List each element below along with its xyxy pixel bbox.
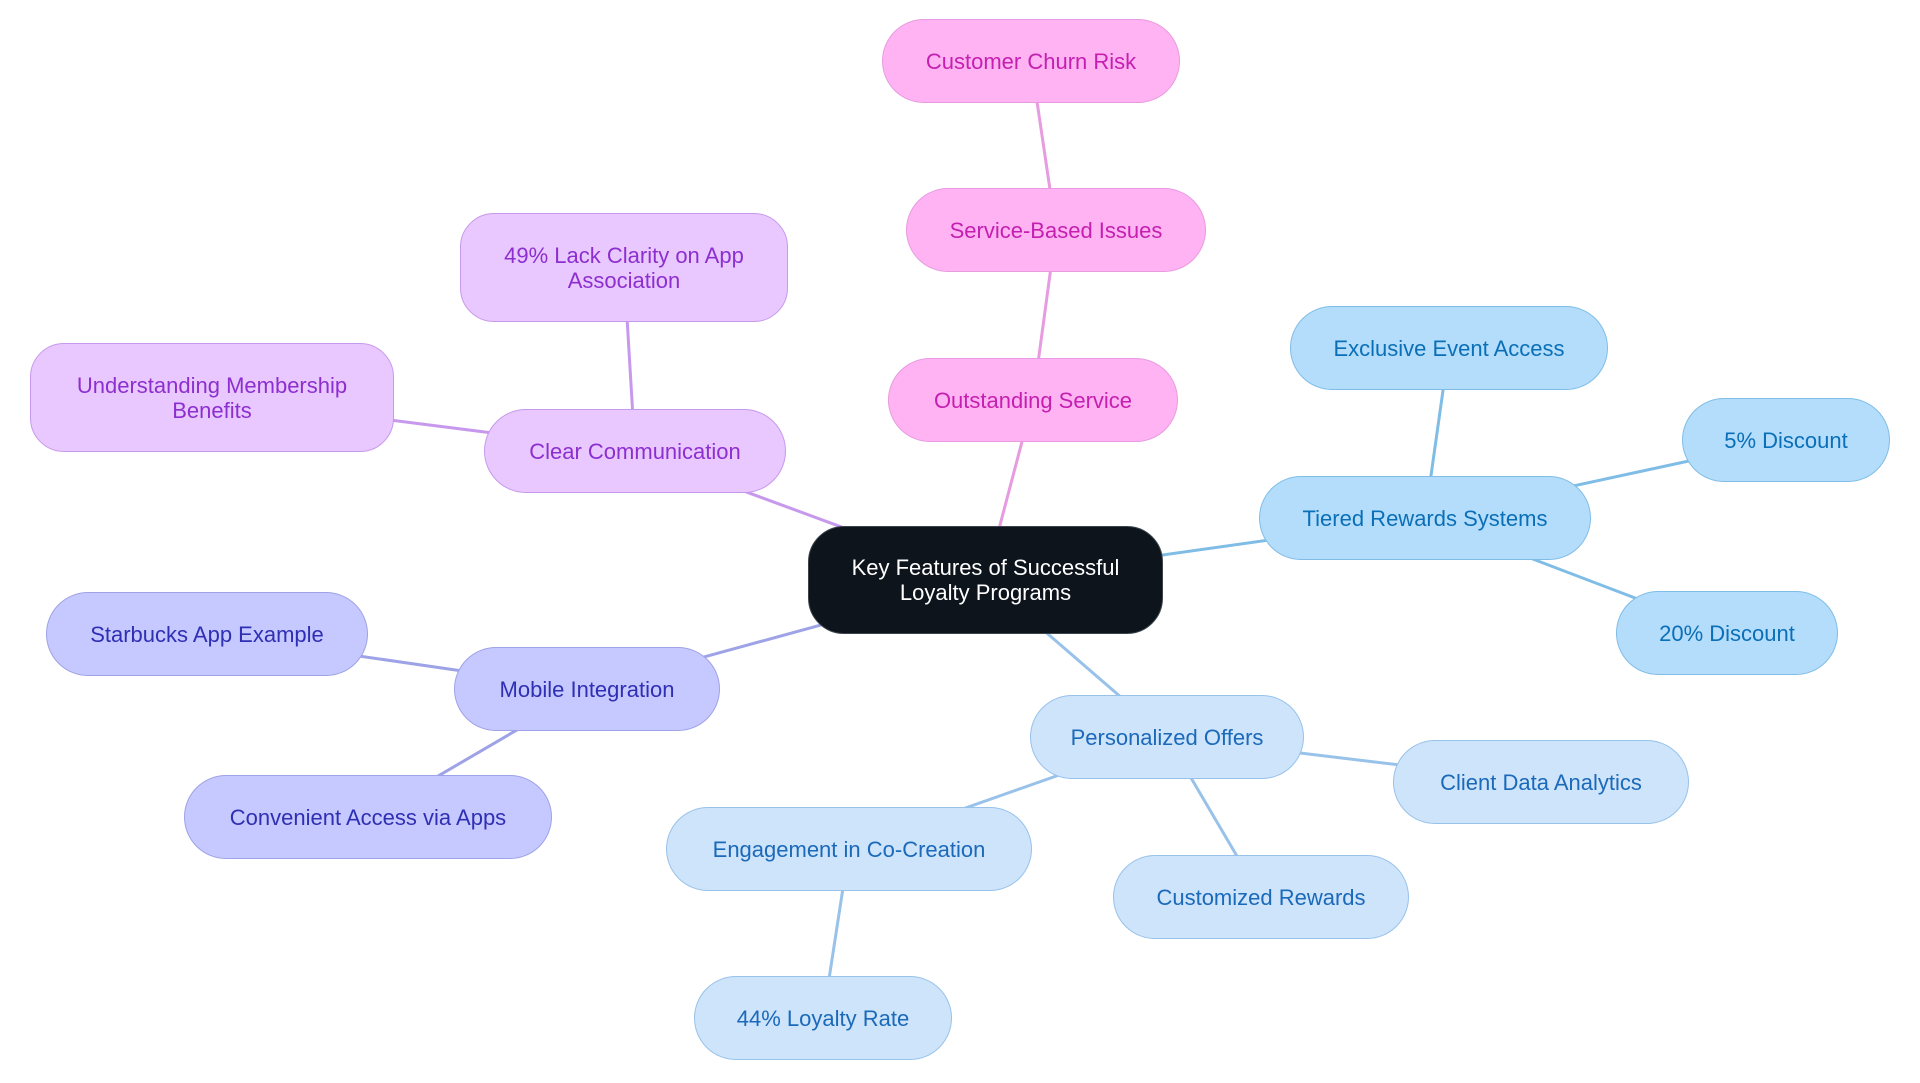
node-clear-communication[interactable]: Clear Communication [484, 409, 786, 493]
root-node[interactable]: Key Features of Successful Loyalty Progr… [808, 526, 1163, 634]
node-client-data-analytics[interactable]: Client Data Analytics [1393, 740, 1689, 824]
node-twenty-percent-discount[interactable]: 20% Discount [1616, 591, 1838, 675]
node-engagement-co-creation[interactable]: Engagement in Co-Creation [666, 807, 1032, 891]
node-exclusive-event[interactable]: Exclusive Event Access [1290, 306, 1608, 390]
node-personalized-offers[interactable]: Personalized Offers [1030, 695, 1304, 779]
node-customer-churn-risk[interactable]: Customer Churn Risk [882, 19, 1180, 103]
node-lack-clarity[interactable]: 49% Lack Clarity on App Association [460, 213, 788, 322]
node-understanding-benefits[interactable]: Understanding Membership Benefits [30, 343, 394, 452]
node-customized-rewards[interactable]: Customized Rewards [1113, 855, 1409, 939]
node-starbucks-app[interactable]: Starbucks App Example [46, 592, 368, 676]
node-loyalty-rate[interactable]: 44% Loyalty Rate [694, 976, 952, 1060]
node-tiered-rewards[interactable]: Tiered Rewards Systems [1259, 476, 1591, 560]
node-convenient-access[interactable]: Convenient Access via Apps [184, 775, 552, 859]
node-mobile-integration[interactable]: Mobile Integration [454, 647, 720, 731]
node-five-percent-discount[interactable]: 5% Discount [1682, 398, 1890, 482]
mind-map: Key Features of Successful Loyalty Progr… [0, 0, 1920, 1083]
node-service-based-issues[interactable]: Service-Based Issues [906, 188, 1206, 272]
node-outstanding-service[interactable]: Outstanding Service [888, 358, 1178, 442]
